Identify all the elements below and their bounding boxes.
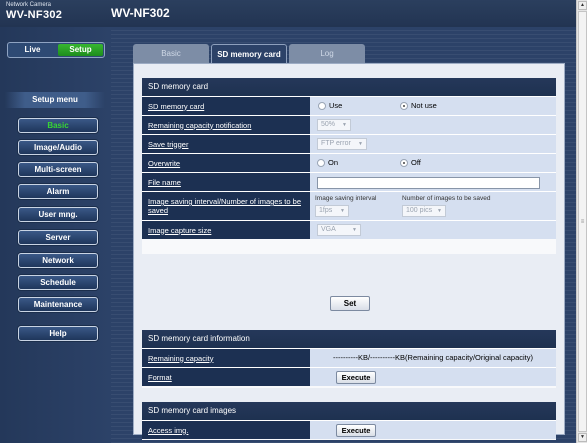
chevron-down-icon: ▼ bbox=[358, 141, 363, 147]
menu-multi-screen-button[interactable]: Multi-screen bbox=[18, 162, 98, 177]
menu-alarm-button[interactable]: Alarm bbox=[18, 184, 98, 199]
format-label[interactable]: Format bbox=[142, 368, 310, 386]
count-select[interactable]: 100 pics ▼ bbox=[402, 205, 446, 217]
save-trigger-row: Save trigger FTP error ▼ bbox=[142, 134, 556, 153]
menu-maintenance-button[interactable]: Maintenance bbox=[18, 297, 98, 312]
notification-label[interactable]: Remaining capacity notification bbox=[142, 116, 310, 134]
overwrite-off-label: Off bbox=[411, 158, 421, 167]
section-heading: SD memory card bbox=[142, 78, 556, 96]
remaining-label[interactable]: Remaining capacity bbox=[142, 349, 310, 367]
page-scrollbar[interactable]: ▲ ≡ ▼ bbox=[576, 0, 587, 443]
capture-size-value: VGA bbox=[321, 226, 336, 233]
page-title: WV-NF302 bbox=[111, 6, 170, 20]
format-row: Format Execute bbox=[142, 367, 556, 386]
interval-value: 1fps bbox=[319, 207, 333, 214]
tab-bar: Basic SD memory card Log bbox=[133, 44, 565, 64]
sd-card-row: SD memory card Use Not use bbox=[142, 96, 556, 115]
chevron-down-icon: ▼ bbox=[437, 208, 442, 214]
menu-basic-button[interactable]: Basic bbox=[18, 118, 98, 133]
section-heading: SD memory card images bbox=[142, 402, 556, 420]
file-name-row: File name bbox=[142, 172, 556, 191]
settings-panel: SD memory card SD memory card Use Not us… bbox=[133, 63, 565, 440]
interval-row: Image saving interval/Number of images t… bbox=[142, 191, 556, 220]
interval-label[interactable]: Image saving interval/Number of images t… bbox=[142, 192, 310, 220]
remaining-value: ----------KB/----------KB(Remaining capa… bbox=[332, 353, 533, 362]
file-name-label[interactable]: File name bbox=[142, 173, 310, 191]
overwrite-off-radio[interactable] bbox=[400, 159, 408, 167]
capture-size-label[interactable]: Image capture size bbox=[142, 221, 310, 239]
header-bar: Network Camera WV-NF302 WV-NF302 bbox=[0, 0, 576, 27]
notification-value: 50% bbox=[321, 121, 336, 128]
use-radio-label: Use bbox=[329, 101, 343, 110]
use-radio[interactable] bbox=[318, 102, 326, 110]
interval-select[interactable]: 1fps ▼ bbox=[315, 205, 349, 217]
access-execute-button[interactable]: Execute bbox=[336, 424, 376, 437]
save-trigger-value: FTP error bbox=[321, 140, 351, 147]
scroll-thumb[interactable]: ≡ bbox=[578, 11, 587, 432]
scroll-down-icon[interactable]: ▼ bbox=[578, 433, 587, 442]
access-label[interactable]: Access img. bbox=[142, 421, 310, 439]
tab-sd-memory-card[interactable]: SD memory card bbox=[211, 44, 287, 64]
capture-size-select[interactable]: VGA ▼ bbox=[317, 224, 361, 236]
overwrite-on-radio[interactable] bbox=[317, 159, 325, 167]
format-execute-button[interactable]: Execute bbox=[336, 371, 376, 384]
setup-menu-heading: Setup menu bbox=[5, 92, 105, 108]
overwrite-row: Overwrite On Off bbox=[142, 153, 556, 172]
live-button[interactable]: Live bbox=[10, 44, 55, 56]
menu-network-button[interactable]: Network bbox=[18, 253, 98, 268]
sidebar: Live Setup Setup menu Basic Image/Audio … bbox=[0, 27, 111, 443]
setup-button[interactable]: Setup bbox=[58, 44, 103, 56]
chevron-down-icon: ▼ bbox=[352, 227, 357, 233]
main-content: Basic SD memory card Log SD memory card … bbox=[111, 27, 576, 443]
capture-size-row: Image capture size VGA ▼ bbox=[142, 220, 556, 239]
count-caption: Number of images to be saved bbox=[402, 195, 491, 202]
scroll-up-icon[interactable]: ▲ bbox=[578, 1, 587, 10]
notification-row: Remaining capacity notification 50% ▼ bbox=[142, 115, 556, 134]
menu-schedule-button[interactable]: Schedule bbox=[18, 275, 98, 290]
overwrite-label[interactable]: Overwrite bbox=[142, 154, 310, 172]
file-name-input[interactable] bbox=[317, 177, 540, 189]
chevron-down-icon: ▼ bbox=[340, 208, 345, 214]
overwrite-on-label: On bbox=[328, 158, 339, 167]
tab-log[interactable]: Log bbox=[289, 44, 365, 64]
remaining-row: Remaining capacity ----------KB/--------… bbox=[142, 348, 556, 367]
brand-caption: Network Camera bbox=[6, 2, 52, 8]
menu-help-button[interactable]: Help bbox=[18, 326, 98, 341]
set-button[interactable]: Set bbox=[330, 296, 370, 311]
section-heading: SD memory card information bbox=[142, 330, 556, 348]
not-use-radio-label: Not use bbox=[411, 101, 437, 110]
sd-card-label[interactable]: SD memory card bbox=[142, 97, 310, 115]
sd-settings-section: SD memory card SD memory card Use Not us… bbox=[142, 78, 556, 254]
notification-select[interactable]: 50% ▼ bbox=[317, 119, 351, 131]
not-use-radio[interactable] bbox=[400, 102, 408, 110]
sd-info-section: SD memory card information Remaining cap… bbox=[142, 330, 556, 388]
brand-model: WV-NF302 bbox=[6, 9, 63, 21]
count-value: 100 pics bbox=[406, 207, 433, 214]
mode-switch: Live Setup bbox=[7, 42, 105, 58]
tab-basic[interactable]: Basic bbox=[133, 44, 209, 64]
interval-caption: Image saving interval bbox=[315, 195, 377, 202]
sd-images-section: SD memory card images Access img. Execut… bbox=[142, 402, 556, 440]
save-trigger-label[interactable]: Save trigger bbox=[142, 135, 310, 153]
menu-user-mng-button[interactable]: User mng. bbox=[18, 207, 98, 222]
access-row: Access img. Execute bbox=[142, 420, 556, 439]
menu-image-audio-button[interactable]: Image/Audio bbox=[18, 140, 98, 155]
chevron-down-icon: ▼ bbox=[342, 122, 347, 128]
save-trigger-select[interactable]: FTP error ▼ bbox=[317, 138, 367, 150]
menu-server-button[interactable]: Server bbox=[18, 230, 98, 245]
